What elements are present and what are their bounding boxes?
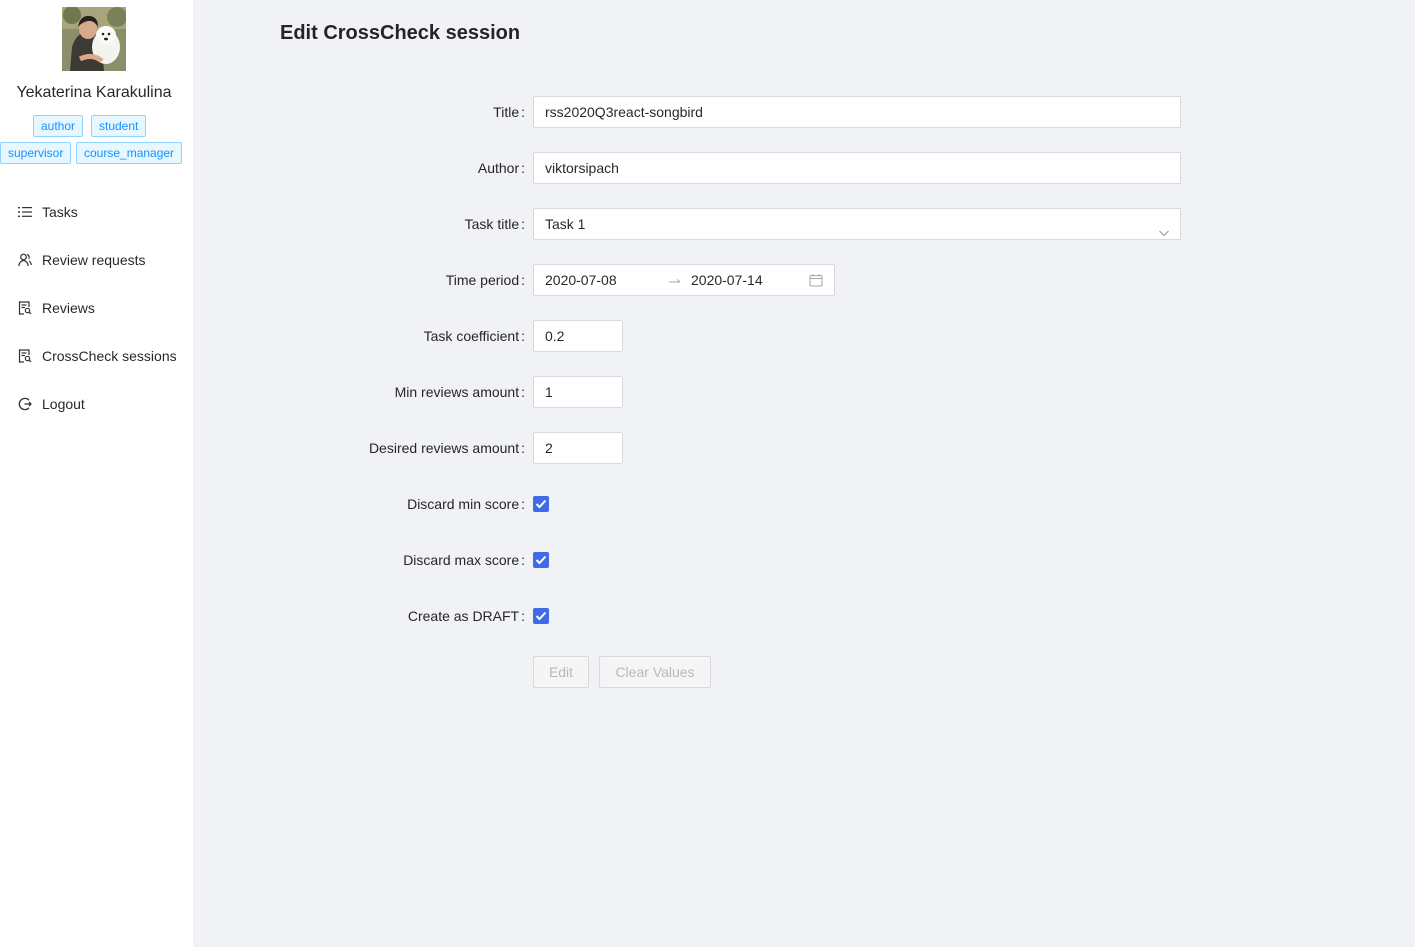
logout-icon bbox=[18, 397, 32, 411]
user-name: Yekaterina Karakulina bbox=[16, 84, 172, 101]
title-label: Title: bbox=[493, 104, 525, 120]
sidebar-item-crosscheck-sessions[interactable]: CrossCheck sessions bbox=[0, 336, 193, 376]
time-period-range-picker[interactable]: 2020-07-08 2020-07-14 bbox=[533, 264, 835, 296]
check-icon bbox=[535, 611, 547, 621]
discard-max-label: Discard max score: bbox=[403, 552, 525, 568]
list-icon bbox=[18, 205, 32, 219]
sidebar-item-logout[interactable]: Logout bbox=[0, 384, 193, 424]
draft-label: Create as DRAFT: bbox=[407, 608, 525, 624]
role-tag-supervisor: supervisor bbox=[0, 142, 72, 164]
check-icon bbox=[535, 555, 547, 565]
avatar bbox=[62, 7, 126, 71]
min-reviews-label: Min reviews amount: bbox=[394, 384, 525, 400]
desired-reviews-label: Desired reviews amount: bbox=[368, 440, 525, 456]
start-date-input[interactable]: 2020-07-08 bbox=[545, 265, 617, 295]
clear-values-button[interactable]: Clear Values bbox=[599, 656, 711, 688]
end-date-input[interactable]: 2020-07-14 bbox=[691, 265, 763, 295]
sidebar-item-label: Review requests bbox=[42, 252, 146, 268]
task-title-select[interactable]: Task 1 bbox=[533, 208, 1181, 240]
users-icon bbox=[18, 253, 32, 267]
draft-checkbox[interactable] bbox=[533, 608, 549, 624]
sidebar-item-label: CrossCheck sessions bbox=[42, 348, 177, 364]
arrow-right-icon bbox=[668, 274, 682, 286]
task-title-label: Task title: bbox=[464, 216, 525, 232]
author-label: Author: bbox=[477, 160, 525, 176]
sidebar-item-label: Logout bbox=[42, 396, 85, 412]
author-input[interactable]: viktorsipach bbox=[533, 152, 1181, 184]
discard-max-checkbox[interactable] bbox=[533, 552, 549, 568]
sidebar-item-label: Tasks bbox=[42, 204, 78, 220]
title-input[interactable]: rss2020Q3react-songbird bbox=[533, 96, 1181, 128]
desired-reviews-input[interactable]: 2 bbox=[533, 432, 623, 464]
page-title: Edit CrossCheck session bbox=[280, 22, 521, 44]
role-tag-author: author bbox=[33, 115, 84, 137]
file-search-icon bbox=[18, 349, 32, 363]
role-tag-course-manager: course_manager bbox=[76, 142, 183, 164]
file-search-icon bbox=[18, 301, 32, 315]
sidebar-item-tasks[interactable]: Tasks bbox=[0, 192, 193, 232]
check-icon bbox=[535, 499, 547, 509]
sidebar-item-review-requests[interactable]: Review requests bbox=[0, 240, 193, 280]
sidebar-item-label: Reviews bbox=[42, 300, 95, 316]
sidebar-item-reviews[interactable]: Reviews bbox=[0, 288, 193, 328]
min-reviews-input[interactable]: 1 bbox=[533, 376, 623, 408]
task-coefficient-input[interactable]: 0.2 bbox=[533, 320, 623, 352]
discard-min-label: Discard min score: bbox=[407, 496, 525, 512]
role-tag-student: student bbox=[91, 115, 147, 137]
calendar-icon bbox=[809, 273, 823, 287]
discard-min-checkbox[interactable] bbox=[533, 496, 549, 512]
time-period-label: Time period: bbox=[445, 272, 525, 288]
task-coefficient-label: Task coefficient: bbox=[423, 328, 525, 344]
edit-button[interactable]: Edit bbox=[533, 656, 589, 688]
sidebar: Yekaterina Karakulina author student sup… bbox=[0, 0, 194, 947]
chevron-down-icon bbox=[1158, 219, 1170, 237]
task-title-value: Task 1 bbox=[545, 216, 586, 232]
